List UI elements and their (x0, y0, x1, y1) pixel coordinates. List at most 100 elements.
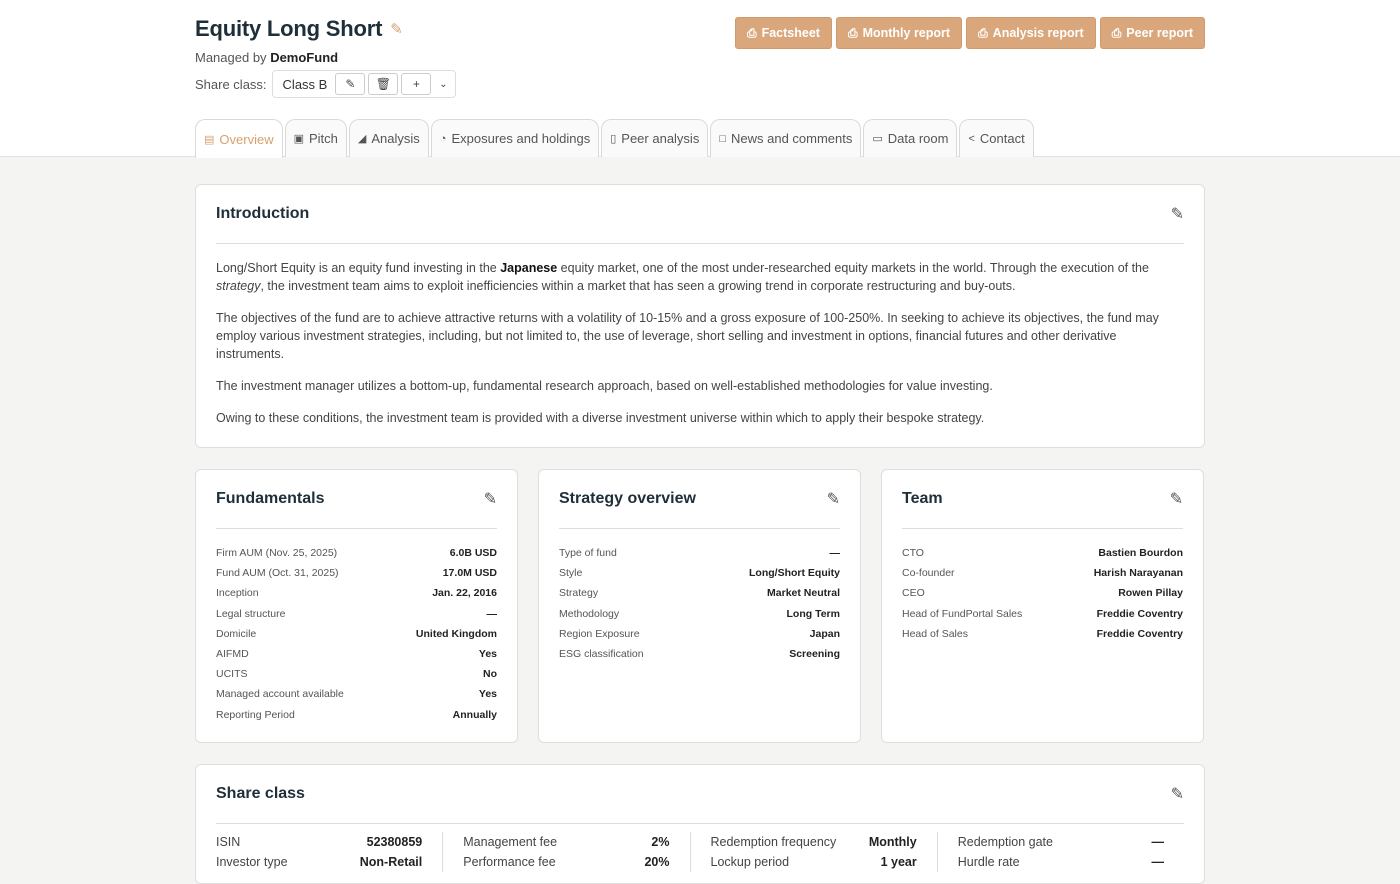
kv-value: Japan (809, 627, 840, 640)
edit-icon[interactable]: ✎ (827, 489, 840, 509)
delete-share-class-button[interactable]: 🗑 (368, 73, 399, 95)
peer-report-label: Peer report (1126, 26, 1193, 40)
book-icon: ▣ (293, 133, 304, 145)
edit-icon[interactable]: ✎ (1171, 784, 1184, 804)
tab-analysis[interactable]: ◢ Analysis (348, 119, 429, 157)
card-header: Team ✎ (882, 470, 1203, 528)
header-area: Equity Long Short ✎ Managed by DemoFund … (0, 0, 1400, 158)
kv-value: 20% (644, 855, 670, 869)
kv-key: Head of FundPortal Sales (902, 607, 1023, 620)
peer-report-button[interactable]: ⎙ Peer report (1099, 17, 1205, 49)
tab-label: Pitch (309, 131, 338, 146)
page-title: Equity Long Short (195, 16, 383, 41)
edit-title-icon[interactable]: ✎ (390, 20, 403, 38)
strategy-list: Type of fund — Style Long/Short Equity Str… (539, 529, 860, 664)
kv-key: Redemption gate (957, 835, 1053, 849)
kv-row: Inception Jan. 22, 2016 (216, 583, 497, 603)
kv-row: Methodology Long Term (559, 604, 840, 624)
edit-icon[interactable]: ✎ (1171, 204, 1184, 224)
card-header: Fundamentals ✎ (196, 470, 517, 528)
main-content: Introduction ✎ Long/Short Equity is an e… (195, 184, 1205, 884)
kv-value: Rowen Pillay (1118, 587, 1183, 600)
kv-value: — (1151, 855, 1165, 869)
share-class-column: Redemption gate — Hurdle rate — (936, 832, 1184, 872)
kv-value: Screening (789, 648, 840, 661)
kv-key: Firm AUM (Nov. 25, 2025) (216, 547, 338, 560)
kv-key: Co-founder (902, 567, 955, 580)
card-title: Team (902, 490, 943, 507)
kv-row: Management fee 2% (463, 832, 669, 852)
chevron-down-icon[interactable]: ⌄ (434, 79, 452, 90)
folder-icon: ▭ (872, 133, 883, 145)
edit-icon[interactable]: ✎ (484, 489, 497, 509)
kv-row: Redemption gate — (958, 832, 1164, 852)
kv-value: Long/Short Equity (749, 567, 840, 580)
kv-value: — (486, 607, 498, 620)
title-row: Equity Long Short ✎ (195, 16, 403, 42)
tab-bar: ▤ Overview ▣ Pitch ◢ Analysis ◔ Exposures an… (195, 119, 1034, 158)
report-actions: ⎙ Factsheet ⎙ Monthly report ⎙ Analysis rep… (734, 17, 1205, 49)
kv-key: CTO (902, 547, 924, 560)
kv-key: Type of fund (559, 547, 617, 560)
kv-row: Lockup period 1 year (711, 852, 917, 872)
factsheet-button[interactable]: ⎙ Factsheet (734, 17, 832, 49)
kv-key: Fund AUM (Oct. 31, 2025) (216, 567, 339, 580)
tab-pitch[interactable]: ▣ Pitch (284, 119, 347, 157)
edit-icon[interactable]: ✎ (1170, 489, 1183, 509)
managed-by: Managed by DemoFund (195, 50, 338, 65)
factsheet-label: Factsheet (761, 26, 820, 40)
kv-key: ESG classification (559, 648, 644, 661)
kv-value: Market Neutral (767, 587, 840, 600)
kv-row: Redemption frequency Monthly (711, 832, 917, 852)
team-list: CTO Bastien Bourdon Co-founder Harish Nara… (882, 529, 1203, 644)
analysis-report-label: Analysis report (992, 26, 1084, 40)
bar-icon: ▯ (610, 133, 617, 145)
manager-name: DemoFund (270, 50, 339, 65)
kv-value: 52380859 (366, 835, 423, 849)
kv-row: AIFMD Yes (216, 644, 497, 664)
monthly-report-label: Monthly report (862, 26, 951, 40)
kv-row: Reporting Period Annually (216, 705, 497, 725)
share-class-selector[interactable]: Class B ✎ 🗑 + ⌄ (271, 70, 457, 98)
kv-value: United Kingdom (415, 627, 497, 640)
edit-share-class-button[interactable]: ✎ (335, 73, 366, 95)
tab-contact[interactable]: < Contact (959, 119, 1034, 157)
kv-row: Style Long/Short Equity (559, 563, 840, 583)
kv-row: UCITS No (216, 664, 497, 684)
tab-news[interactable]: □ News and comments (710, 119, 862, 157)
tab-peer-analysis[interactable]: ▯ Peer analysis (601, 119, 709, 157)
tab-label: Data room (887, 131, 949, 146)
kv-key: Domicile (216, 627, 257, 640)
info-cards-row: Fundamentals ✎ Firm AUM (Nov. 25, 2025) 6… (195, 469, 1205, 743)
kv-key: Inception (216, 587, 259, 600)
share-class-column: Redemption frequency Monthly Lockup perio… (689, 832, 937, 872)
kv-row: Hurdle rate — (958, 852, 1164, 872)
kv-row: Head of FundPortal Sales Freddie Coventry (902, 604, 1183, 624)
paragraph: Owing to these conditions, the investmen… (216, 411, 985, 425)
paragraph: The objectives of the fund are to achiev… (216, 311, 1159, 361)
kv-row: Type of fund — (559, 543, 840, 563)
tab-exposures[interactable]: ◔ Exposures and holdings (430, 119, 600, 157)
introduction-card: Introduction ✎ Long/Short Equity is an e… (195, 184, 1205, 448)
share-class-grid: ISIN 52380859 Investor type Non-Retail Man… (196, 824, 1204, 872)
card-title: Strategy overview (559, 490, 696, 507)
kv-row: CTO Bastien Bourdon (902, 543, 1183, 563)
kv-row: Domicile United Kingdom (216, 624, 497, 644)
card-icon: ▤ (204, 133, 215, 146)
text: Long/Short Equity is an equity fund inve… (216, 261, 501, 275)
kv-value: 6.0B USD (449, 547, 497, 560)
pie-icon: ◔ (439, 132, 447, 145)
tab-overview[interactable]: ▤ Overview (195, 119, 283, 158)
tab-data-room[interactable]: ▭ Data room (863, 119, 958, 157)
kv-row: Fund AUM (Oct. 31, 2025) 17.0M USD (216, 563, 497, 583)
kv-value: Long Term (786, 607, 840, 620)
kv-key: Lockup period (710, 855, 790, 869)
strategy-overview-card: Strategy overview ✎ Type of fund — Style L… (538, 469, 861, 743)
analysis-report-button[interactable]: ⎙ Analysis report (966, 17, 1096, 49)
printer-icon: ⎙ (1111, 25, 1122, 40)
kv-key: Style (559, 567, 583, 580)
monthly-report-button[interactable]: ⎙ Monthly report (835, 17, 963, 49)
text: , the investment team aims to exploit in… (260, 279, 1016, 293)
add-share-class-button[interactable]: + (401, 73, 432, 95)
kv-key: Redemption frequency (710, 835, 837, 849)
